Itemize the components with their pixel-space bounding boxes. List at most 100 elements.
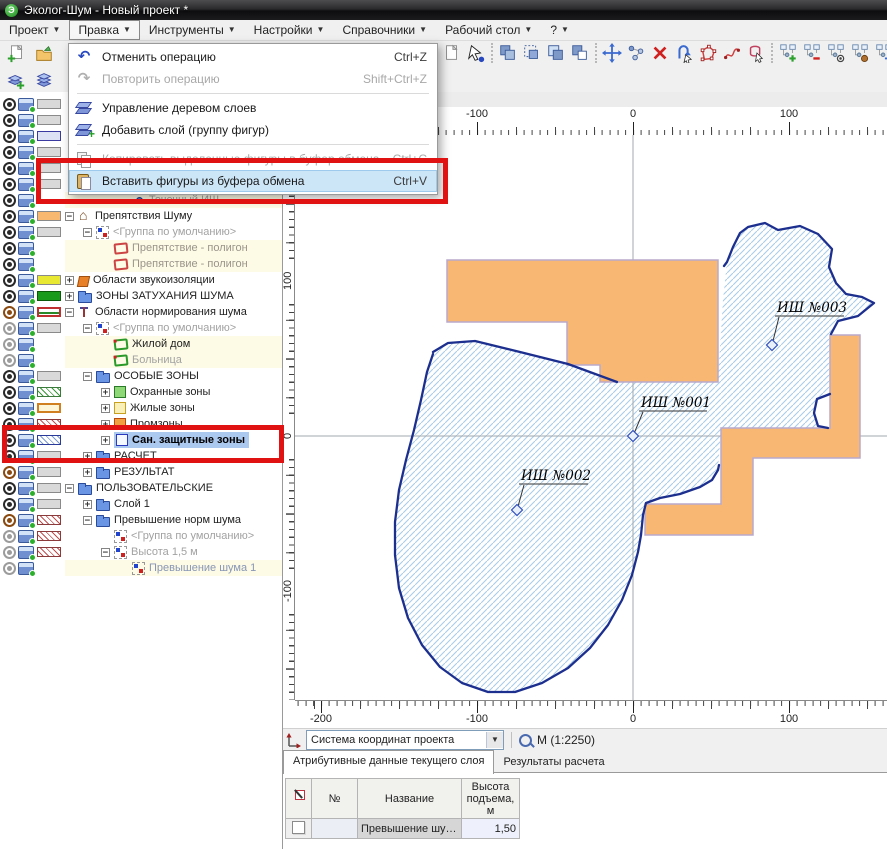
visibility-eye-icon[interactable] — [3, 98, 16, 111]
print-layer-icon[interactable] — [18, 338, 34, 351]
tree-expander-icon[interactable]: − — [65, 484, 74, 493]
table-row[interactable]: Превышение шу… 1,50 — [286, 819, 520, 839]
visibility-eye-icon[interactable] — [3, 386, 16, 399]
menu-item[interactable]: Копировать выделенные фигуры в буфер обм… — [69, 148, 437, 170]
visibility-eye-icon[interactable] — [3, 466, 16, 479]
visibility-eye-icon[interactable] — [3, 290, 16, 303]
menu-item[interactable]: Вставить фигуры из буфера обменаCtrl+V — [69, 170, 437, 192]
print-layer-icon[interactable] — [18, 354, 34, 367]
print-layer-icon[interactable] — [18, 466, 34, 479]
print-layer-icon[interactable] — [18, 370, 34, 383]
layer-color-swatch[interactable] — [37, 179, 61, 189]
remove-source-icon[interactable] — [800, 41, 824, 65]
coordinate-system-icon[interactable] — [286, 733, 301, 748]
tree-expander-icon[interactable]: − — [65, 308, 74, 317]
tree-item[interactable]: +Промзоны — [65, 416, 282, 432]
layer-color-swatch[interactable] — [37, 275, 61, 285]
delete-shape-icon[interactable] — [648, 41, 672, 65]
print-layer-icon[interactable] — [18, 290, 34, 303]
layer-color-swatch[interactable] — [37, 531, 61, 541]
tree-expander-icon[interactable]: + — [101, 420, 110, 429]
select-pointer-icon[interactable] — [464, 41, 488, 65]
print-layer-icon[interactable] — [18, 322, 34, 335]
print-layer-icon[interactable] — [18, 178, 34, 191]
print-layer-icon[interactable] — [18, 274, 34, 287]
layer-color-swatch[interactable] — [37, 291, 61, 301]
open-project-icon[interactable] — [32, 42, 56, 66]
layer-color-swatch[interactable] — [37, 163, 61, 173]
tree-item[interactable]: Жилой дом — [65, 336, 282, 352]
menu-item[interactable]: Отменить операциюCtrl+Z — [69, 46, 437, 68]
layer-color-swatch[interactable] — [37, 451, 61, 461]
print-layer-icon[interactable] — [18, 402, 34, 415]
tree-item[interactable]: −Препятствия Шуму — [65, 208, 282, 224]
map-canvas[interactable]: ИШ №001 ИШ №002 ИШ №003 — [295, 135, 887, 700]
edit-polygon-icon[interactable] — [696, 41, 720, 65]
row-select-cell[interactable] — [286, 819, 312, 839]
visibility-eye-icon[interactable] — [3, 434, 16, 447]
visibility-eye-icon[interactable] — [3, 178, 16, 191]
visibility-eye-icon[interactable] — [3, 370, 16, 383]
visibility-eye-icon[interactable] — [3, 546, 16, 559]
visibility-eye-icon[interactable] — [3, 210, 16, 223]
print-layer-icon[interactable] — [18, 562, 34, 575]
add-source-icon[interactable] — [776, 41, 800, 65]
visibility-eye-icon[interactable] — [3, 562, 16, 575]
print-layer-icon[interactable] — [18, 242, 34, 255]
layer-color-swatch[interactable] — [37, 499, 61, 509]
row-name-cell[interactable]: Превышение шу… — [358, 819, 462, 839]
layer-color-swatch[interactable] — [37, 371, 61, 381]
tree-expander-icon[interactable]: + — [65, 292, 74, 301]
visibility-eye-icon[interactable] — [3, 322, 16, 335]
visibility-eye-icon[interactable] — [3, 354, 16, 367]
visibility-eye-icon[interactable] — [3, 146, 16, 159]
tree-expander-icon[interactable]: + — [83, 468, 92, 477]
show-source-icon[interactable] — [824, 41, 848, 65]
print-layer-icon[interactable] — [18, 210, 34, 223]
print-layer-icon[interactable] — [18, 306, 34, 319]
layer-color-swatch[interactable] — [37, 227, 61, 237]
menubar-item-7[interactable]: ?▼ — [541, 20, 578, 40]
tree-item[interactable]: <Группа по умолчанию> — [65, 528, 282, 544]
add-layer-icon[interactable] — [4, 68, 28, 92]
layer-color-swatch[interactable] — [37, 387, 61, 397]
visibility-eye-icon[interactable] — [3, 162, 16, 175]
visibility-eye-icon[interactable] — [3, 450, 16, 463]
menubar-item-3[interactable]: Инструменты▼ — [140, 20, 245, 40]
visibility-eye-icon[interactable] — [3, 242, 16, 255]
tab-attribute-data[interactable]: Атрибутивные данные текущего слоя — [283, 750, 494, 774]
edit-polyline-icon[interactable] — [720, 41, 744, 65]
tree-expander-icon[interactable]: + — [101, 388, 110, 397]
layer-color-swatch[interactable] — [37, 115, 61, 125]
layer-color-swatch[interactable] — [37, 435, 61, 445]
print-layer-icon[interactable] — [18, 418, 34, 431]
print-layer-icon[interactable] — [18, 162, 34, 175]
tree-item[interactable]: Больница — [65, 352, 282, 368]
menubar-item-4[interactable]: Настройки▼ — [245, 20, 334, 40]
print-layer-icon[interactable] — [18, 258, 34, 271]
layer-manager-icon[interactable] — [32, 68, 56, 92]
new-project-icon[interactable] — [4, 42, 28, 66]
print-layer-icon[interactable] — [18, 98, 34, 111]
visibility-eye-icon[interactable] — [3, 482, 16, 495]
layer-color-swatch[interactable] — [37, 211, 61, 221]
tree-item[interactable]: +Сан. защитные зоны — [65, 432, 282, 448]
tree-item[interactable]: Препятствие - полигон — [65, 240, 282, 256]
tree-item[interactable]: +Жилые зоны — [65, 400, 282, 416]
tree-expander-icon[interactable]: − — [101, 548, 110, 557]
tree-expander-icon[interactable]: − — [83, 372, 92, 381]
tree-item[interactable]: −ПОЛЬЗОВАТЕЛЬСКИЕ — [65, 480, 282, 496]
tree-expander-icon[interactable]: − — [65, 212, 74, 221]
tree-expander-icon[interactable]: + — [65, 276, 74, 285]
tree-item[interactable]: +ЗОНЫ ЗАТУХАНИЯ ШУМА — [65, 288, 282, 304]
tree-expander-icon[interactable]: + — [83, 452, 92, 461]
layer-color-swatch[interactable] — [37, 483, 61, 493]
print-layer-icon[interactable] — [18, 530, 34, 543]
visibility-eye-icon[interactable] — [3, 274, 16, 287]
visibility-eye-icon[interactable] — [3, 306, 16, 319]
print-layer-icon[interactable] — [18, 114, 34, 127]
visibility-eye-icon[interactable] — [3, 114, 16, 127]
tree-item[interactable]: −Области нормирования шума — [65, 304, 282, 320]
layer-color-swatch[interactable] — [37, 403, 61, 413]
row-height-cell[interactable]: 1,50 — [462, 819, 520, 839]
